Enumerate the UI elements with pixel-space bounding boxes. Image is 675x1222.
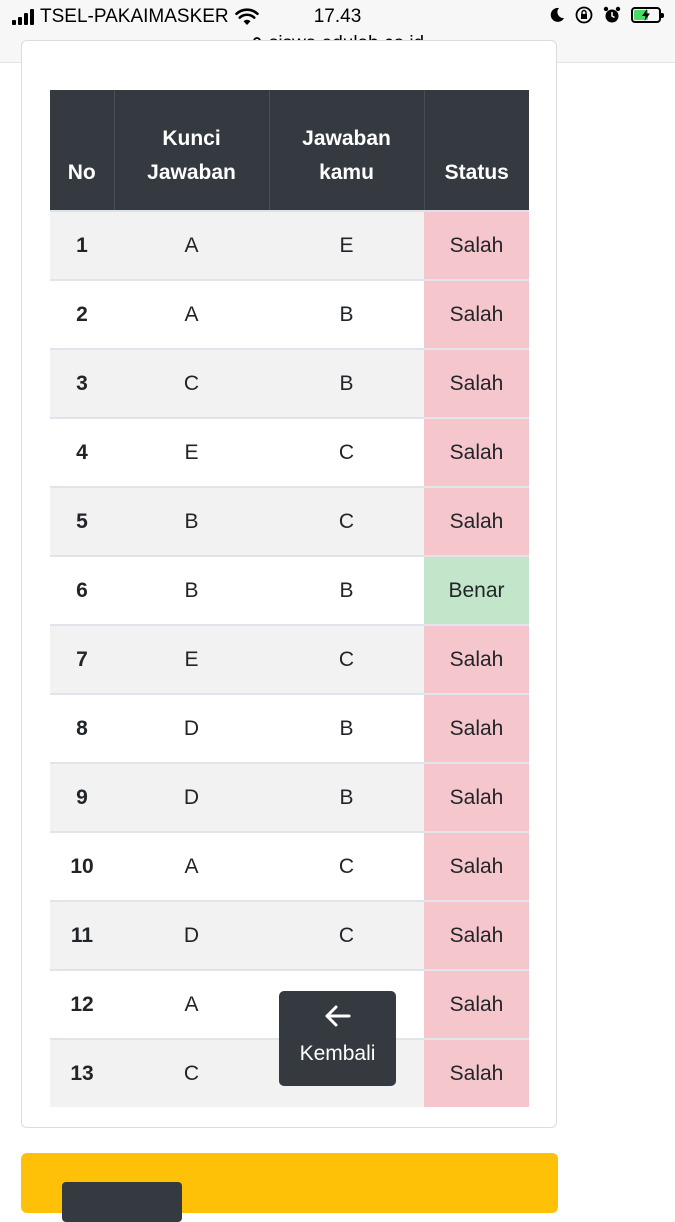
table-header-row: No Kunci Jawaban Jawaban kamu Status xyxy=(50,90,529,211)
alarm-icon xyxy=(603,6,621,23)
table-row: 1 A E Salah xyxy=(50,210,529,280)
answer-key-cell: A xyxy=(114,831,269,901)
answer-key-cell: A xyxy=(114,279,269,349)
answer-key-cell: D xyxy=(114,900,269,970)
your-answer-cell: C xyxy=(269,417,424,487)
status-cell: Salah xyxy=(424,279,529,349)
table-row: 10 A C Salah xyxy=(50,831,529,901)
table-row: 5 B C Salah xyxy=(50,486,529,556)
table-row: 3 C B Salah xyxy=(50,348,529,418)
row-number: 5 xyxy=(50,486,114,556)
header-answer-key: Kunci Jawaban xyxy=(114,90,270,211)
status-cell: Salah xyxy=(424,624,529,694)
table-row: 4 E C Salah xyxy=(50,417,529,487)
your-answer-cell: C xyxy=(269,486,424,556)
your-answer-cell: C xyxy=(269,831,424,901)
status-icons xyxy=(549,6,664,24)
your-answer-cell: B xyxy=(269,348,424,418)
answer-key-cell: A xyxy=(114,210,269,280)
table-row: 6 B B Benar xyxy=(50,555,529,625)
your-answer-cell: B xyxy=(269,693,424,763)
your-answer-cell: B xyxy=(269,762,424,832)
back-button[interactable]: Kembali xyxy=(279,991,396,1086)
next-section-card xyxy=(21,1153,558,1222)
table-row: 2 A B Salah xyxy=(50,279,529,349)
status-cell: Salah xyxy=(424,417,529,487)
table-row: 7 E C Salah xyxy=(50,624,529,694)
battery-charging-icon xyxy=(631,7,664,23)
status-cell: Salah xyxy=(424,900,529,970)
status-cell: Salah xyxy=(424,693,529,763)
row-number: 6 xyxy=(50,555,114,625)
row-number: 4 xyxy=(50,417,114,487)
your-answer-cell: C xyxy=(269,900,424,970)
table-row: 9 D B Salah xyxy=(50,762,529,832)
row-number: 3 xyxy=(50,348,114,418)
answer-table: No Kunci Jawaban Jawaban kamu Status 1 A E… xyxy=(50,90,529,1107)
status-cell: Benar xyxy=(424,555,529,625)
row-number: 11 xyxy=(50,900,114,970)
back-button-label: Kembali xyxy=(299,1042,376,1065)
your-answer-cell: E xyxy=(269,210,424,280)
your-answer-cell: B xyxy=(269,555,424,625)
your-answer-cell: B xyxy=(269,279,424,349)
answer-key-cell: D xyxy=(114,762,269,832)
row-number: 9 xyxy=(50,762,114,832)
header-your-answer: Jawaban kamu xyxy=(269,90,425,211)
status-cell: Salah xyxy=(424,210,529,280)
answer-key-cell: C xyxy=(114,348,269,418)
row-number: 13 xyxy=(50,1038,114,1107)
answer-key-cell: B xyxy=(114,555,269,625)
next-section-button[interactable] xyxy=(62,1182,182,1222)
moon-icon xyxy=(550,7,564,22)
row-number: 12 xyxy=(50,969,114,1039)
row-number: 7 xyxy=(50,624,114,694)
status-cell: Salah xyxy=(424,969,529,1039)
row-number: 1 xyxy=(50,210,114,280)
answer-key-cell: D xyxy=(114,693,269,763)
answer-key-cell: C xyxy=(114,1038,269,1107)
header-no: No xyxy=(50,90,115,211)
answer-key-cell: E xyxy=(114,417,269,487)
arrow-left-icon xyxy=(325,1005,350,1027)
rotation-lock-icon xyxy=(575,6,593,24)
status-cell: Salah xyxy=(424,831,529,901)
table-row: 11 D C Salah xyxy=(50,900,529,970)
status-cell: Salah xyxy=(424,348,529,418)
row-number: 10 xyxy=(50,831,114,901)
status-cell: Salah xyxy=(424,1038,529,1107)
header-status: Status xyxy=(424,90,529,211)
table-row: 8 D B Salah xyxy=(50,693,529,763)
answer-key-cell: B xyxy=(114,486,269,556)
answer-key-cell: E xyxy=(114,624,269,694)
answer-key-cell: A xyxy=(114,969,269,1039)
row-number: 2 xyxy=(50,279,114,349)
row-number: 8 xyxy=(50,693,114,763)
status-cell: Salah xyxy=(424,486,529,556)
your-answer-cell: C xyxy=(269,624,424,694)
status-cell: Salah xyxy=(424,762,529,832)
